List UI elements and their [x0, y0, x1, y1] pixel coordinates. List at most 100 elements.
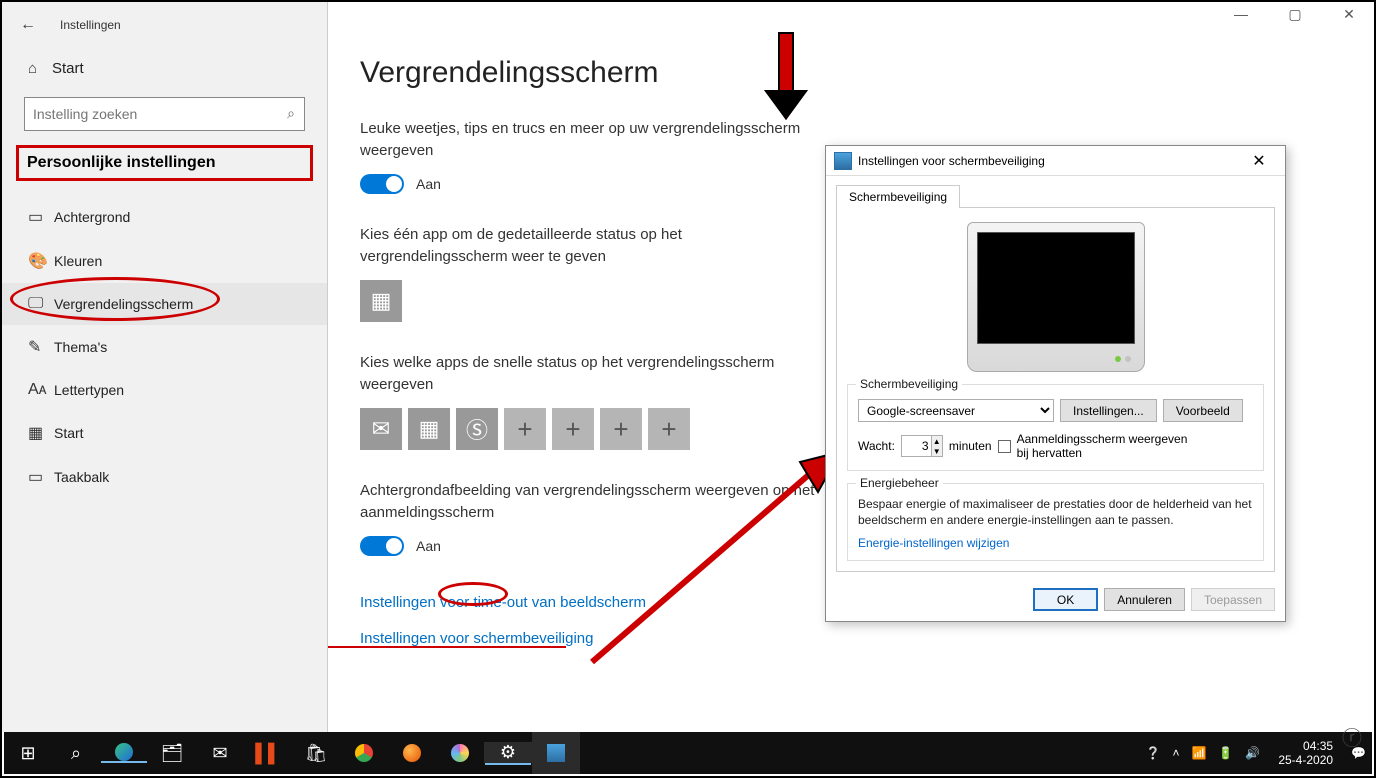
sidebar-item-label: Achtergrond: [54, 209, 130, 225]
power-settings-link[interactable]: Energie-instellingen wijzigen: [858, 536, 1253, 550]
wait-minutes-field[interactable]: [902, 436, 931, 456]
detail-status-app-button[interactable]: ▦: [360, 280, 402, 322]
back-button[interactable]: ←: [20, 16, 46, 34]
office-icon: ▌▌: [255, 743, 281, 764]
taskbar-screensaver-dialog[interactable]: [532, 732, 580, 774]
quick-app-mail[interactable]: ✉: [360, 408, 402, 450]
toggle-fun-facts[interactable]: [360, 174, 404, 194]
taskbar-picasa[interactable]: [436, 732, 484, 774]
taskbar-office[interactable]: ▌▌: [244, 732, 292, 774]
annotation-circle-lockscreen: [10, 277, 220, 321]
sidebar-home[interactable]: ⌂ Start: [2, 48, 327, 89]
sidebar-item-label: Kleuren: [54, 253, 102, 269]
dialog-apply-button[interactable]: Toepassen: [1191, 588, 1275, 611]
sidebar-item-icon: 🎨: [28, 251, 54, 271]
watermark: ⓡ: [1342, 722, 1362, 751]
picasa-icon: [451, 744, 469, 762]
detail-status-desc: Kies één app om de gedetailleerde status…: [360, 224, 820, 268]
taskbar-store[interactable]: 🛍: [292, 732, 340, 774]
sidebar-item-icon: ▭: [28, 467, 54, 487]
dialog-tab-screensaver[interactable]: Schermbeveiliging: [836, 185, 960, 208]
wait-label: Wacht:: [858, 439, 895, 453]
sidebar-item-vergrendelingsscherm[interactable]: 🖵Vergrendelingsscherm: [2, 283, 327, 325]
sidebar-category: Persoonlijke instellingen: [16, 145, 313, 181]
sidebar-item-taakbalk[interactable]: ▭Taakbalk: [2, 455, 327, 499]
sidebar-home-label: Start: [52, 60, 84, 77]
tray-time: 04:35: [1278, 739, 1333, 753]
quick-app-add-3[interactable]: +: [600, 408, 642, 450]
sidebar-item-label: Lettertypen: [54, 382, 124, 398]
settings-sidebar: ← Instellingen ⌂ Start ⌕ Persoonlijke in…: [2, 2, 328, 732]
sidebar-item-label: Taakbalk: [54, 469, 109, 485]
tray-clock[interactable]: 04:35 25-4-2020: [1272, 739, 1339, 767]
sidebar-item-start[interactable]: ▦Start: [2, 411, 327, 455]
quick-app-add-2[interactable]: +: [552, 408, 594, 450]
plus-icon: +: [661, 414, 676, 445]
tray-chevron-up-icon[interactable]: ˄: [1172, 746, 1179, 760]
sidebar-item-icon: ✎: [28, 337, 54, 357]
sidebar-item-kleuren[interactable]: 🎨Kleuren: [2, 239, 327, 283]
plus-icon: +: [565, 414, 580, 445]
spinner-down[interactable]: ▼: [932, 446, 942, 456]
plus-icon: +: [517, 414, 532, 445]
group-power-label: Energiebeheer: [856, 476, 943, 490]
annotation-arrow-right: [582, 452, 842, 672]
plus-icon: +: [613, 414, 628, 445]
annotation-arrow-down: [778, 32, 818, 120]
quick-app-skype[interactable]: Ⓢ: [456, 408, 498, 450]
tray-help-icon[interactable]: ❔: [1146, 746, 1161, 760]
dialog-ok-button[interactable]: OK: [1033, 588, 1098, 611]
annotation-circle-timeout: [438, 582, 508, 606]
dialog-cancel-button[interactable]: Annuleren: [1104, 588, 1185, 611]
toggle1-desc: Leuke weetjes, tips en trucs en meer op …: [360, 118, 820, 162]
sidebar-item-achtergrond[interactable]: ▭Achtergrond: [2, 195, 327, 239]
group-screensaver-label: Schermbeveiliging: [856, 377, 962, 391]
firefox-icon: [403, 744, 421, 762]
dialog-title: Instellingen voor schermbeveiliging: [858, 154, 1233, 168]
app-title: Instellingen: [60, 18, 121, 32]
wait-unit: minuten: [949, 439, 992, 453]
quick-status-desc: Kies welke apps de snelle status op het …: [360, 352, 820, 396]
edge-icon: [115, 743, 133, 761]
resume-checkbox[interactable]: [998, 440, 1011, 453]
resume-label: Aanmeldingsscherm weergeven bij hervatte…: [1017, 432, 1197, 460]
annotation-underline-screensaver: [328, 646, 566, 648]
tray-battery-icon[interactable]: 🔋: [1218, 746, 1233, 760]
chrome-icon: [355, 744, 373, 762]
screensaver-settings-button[interactable]: Instellingen...: [1060, 399, 1157, 422]
tray-wifi-icon[interactable]: 📶: [1191, 746, 1206, 760]
wait-minutes-input[interactable]: ▲▼: [901, 435, 943, 457]
toggle1-state: Aan: [416, 176, 441, 192]
page-title: Vergrendelingsscherm: [360, 56, 1342, 90]
screensaver-dialog: Instellingen voor schermbeveiliging ✕ Sc…: [825, 145, 1286, 622]
search-input[interactable]: [24, 97, 305, 131]
calendar-icon: ▦: [371, 288, 392, 314]
taskbar-search[interactable]: ⌕: [52, 732, 100, 774]
quick-app-add-1[interactable]: +: [504, 408, 546, 450]
taskbar-mail[interactable]: ✉: [196, 732, 244, 774]
screensaver-select[interactable]: Google-screensaver: [858, 399, 1054, 422]
dialog-icon: [834, 152, 852, 170]
calendar-icon: ▦: [419, 416, 440, 442]
taskbar-chrome[interactable]: [340, 732, 388, 774]
spinner-up[interactable]: ▲: [932, 436, 942, 446]
sidebar-item-lettertypen[interactable]: AᴀLettertypen: [2, 369, 327, 411]
quick-status-tiles: ✉ ▦ Ⓢ + + + +: [360, 408, 820, 450]
taskbar-settings[interactable]: ⚙: [484, 742, 532, 763]
tray-volume-icon[interactable]: 🔊: [1245, 746, 1260, 760]
toggle2-state: Aan: [416, 538, 441, 554]
start-button[interactable]: ⊞: [4, 732, 52, 774]
taskbar: ⊞ ⌕ 🗂 ✉ ▌▌ 🛍 ⚙ ❔ ˄ 📶 🔋 🔊 04:35 25-4-2020…: [4, 732, 1372, 774]
sidebar-item-thema-s[interactable]: ✎Thema's: [2, 325, 327, 369]
dialog-close-button[interactable]: ✕: [1239, 149, 1279, 173]
link-screensaver-settings[interactable]: Instellingen voor schermbeveiliging: [360, 630, 593, 647]
screensaver-preview-button[interactable]: Voorbeeld: [1163, 399, 1243, 422]
quick-app-calendar[interactable]: ▦: [408, 408, 450, 450]
quick-app-add-4[interactable]: +: [648, 408, 690, 450]
sidebar-item-label: Start: [54, 425, 84, 441]
taskbar-edge[interactable]: [100, 743, 148, 761]
toggle-signin-bg[interactable]: [360, 536, 404, 556]
taskbar-file-explorer[interactable]: 🗂: [148, 732, 196, 774]
screensaver-preview-monitor: [967, 222, 1145, 372]
taskbar-firefox[interactable]: [388, 732, 436, 774]
